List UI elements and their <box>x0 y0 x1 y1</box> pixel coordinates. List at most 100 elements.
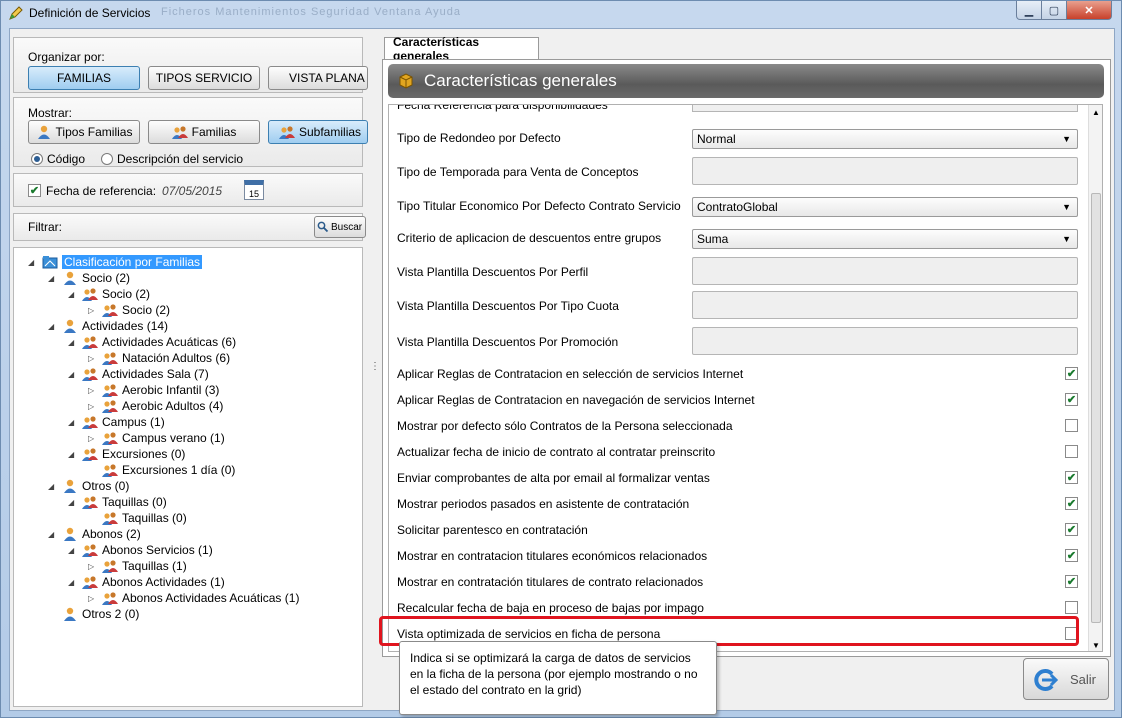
filter-group: Filtrar: Buscar <box>13 213 366 241</box>
reference-availability-field[interactable] <box>692 105 1078 112</box>
show-subfamilias-button[interactable]: Subfamilias <box>268 120 368 144</box>
chevron-down-icon[interactable]: ▼ <box>1062 202 1071 212</box>
property-checkbox[interactable]: ✔ <box>1065 393 1078 406</box>
radio-codigo[interactable]: Código <box>31 152 85 166</box>
expand-icon[interactable]: ◢ <box>68 498 78 507</box>
tree-node[interactable]: ▷ Campus verano (1) <box>88 430 225 446</box>
expand-icon[interactable]: ◢ <box>68 290 78 299</box>
expand-icon[interactable]: ▷ <box>88 402 98 411</box>
property-label: Vista Plantilla Descuentos Por Promoción <box>397 335 619 349</box>
property-dropdown[interactable]: Normal ▼ <box>692 129 1078 149</box>
property-text-field[interactable] <box>692 291 1078 319</box>
tree-node[interactable]: Otros 2 (0) <box>48 606 139 622</box>
property-scrollbar[interactable]: ▲ ▼ <box>1088 105 1102 651</box>
minimize-button[interactable]: ▁ <box>1016 1 1042 20</box>
expand-icon[interactable]: ◢ <box>28 258 38 267</box>
tree-node[interactable]: ▷ Socio (2) <box>88 302 170 318</box>
tree-node-label: Otros 2 (0) <box>82 607 140 621</box>
search-button[interactable]: Buscar <box>314 216 366 238</box>
tree-node[interactable]: ◢ Excursiones (0) <box>68 446 185 462</box>
expand-icon[interactable]: ◢ <box>68 578 78 587</box>
property-dropdown[interactable]: ContratoGlobal ▼ <box>692 197 1078 217</box>
splitter-handle[interactable]: ⋮ <box>370 361 380 372</box>
tree-node[interactable]: ◢ Actividades (14) <box>48 318 168 334</box>
scroll-up-icon[interactable]: ▲ <box>1092 108 1100 117</box>
property-text-field[interactable] <box>692 157 1078 185</box>
radio-descripcion-dot <box>101 153 113 165</box>
organize-tipos-servicio-button[interactable]: TIPOS SERVICIO <box>148 66 260 90</box>
tree-node[interactable]: ◢ Campus (1) <box>68 414 165 430</box>
tree-node[interactable]: ▷ Taquillas (1) <box>88 558 187 574</box>
tree-node[interactable]: Excursiones 1 día (0) <box>88 462 235 478</box>
property-checkbox[interactable] <box>1065 601 1078 614</box>
expand-icon[interactable]: ▷ <box>88 562 98 571</box>
close-button[interactable]: ✕ <box>1066 1 1112 20</box>
organize-familias-button[interactable]: FAMILIAS <box>28 66 140 90</box>
reference-date-input[interactable]: 07/05/2015 <box>162 184 222 198</box>
tree-node[interactable]: ◢ Socio (2) <box>68 286 150 302</box>
tree-node[interactable]: ◢ Abonos (2) <box>48 526 141 542</box>
expand-icon[interactable]: ◢ <box>68 418 78 427</box>
property-checkbox[interactable]: ✔ <box>1065 497 1078 510</box>
property-checkbox[interactable] <box>1065 445 1078 458</box>
show-subfamilias-label: Subfamilias <box>299 125 362 139</box>
tree-node[interactable]: ◢ Actividades Sala (7) <box>68 366 209 382</box>
property-checkbox[interactable] <box>1065 419 1078 432</box>
tree-node[interactable]: ▷ Aerobic Adultos (4) <box>88 398 223 414</box>
section-header: Características generales <box>388 64 1104 98</box>
property-checkbox[interactable]: ✔ <box>1065 471 1078 484</box>
expand-icon[interactable]: ◢ <box>48 530 58 539</box>
radio-descripcion[interactable]: Descripción del servicio <box>101 152 243 166</box>
expand-icon[interactable]: ◢ <box>68 370 78 379</box>
expand-icon[interactable]: ◢ <box>68 450 78 459</box>
show-familias-button[interactable]: Familias <box>148 120 260 144</box>
calendar-icon[interactable]: 15 <box>244 180 264 200</box>
scroll-down-icon[interactable]: ▼ <box>1092 641 1100 650</box>
expand-icon[interactable]: ◢ <box>68 338 78 347</box>
exit-button[interactable]: Salir <box>1023 658 1109 700</box>
tree-node[interactable]: ◢ Otros (0) <box>48 478 129 494</box>
tree-node[interactable]: ◢ Actividades Acuáticas (6) <box>68 334 236 350</box>
show-tipos-familias-button[interactable]: Tipos Familias <box>28 120 140 144</box>
property-label: Recalcular fecha de baja en proceso de b… <box>397 601 704 615</box>
expand-icon[interactable]: ▷ <box>88 434 98 443</box>
expand-icon[interactable]: ▷ <box>88 354 98 363</box>
tree-node[interactable]: ▷ Aerobic Infantil (3) <box>88 382 219 398</box>
property-checkbox[interactable]: ✔ <box>1065 549 1078 562</box>
property-checkbox[interactable]: ✔ <box>1065 523 1078 536</box>
property-checkbox[interactable]: ✔ <box>1065 367 1078 380</box>
property-text-field[interactable] <box>692 327 1078 355</box>
expand-icon[interactable]: ◢ <box>68 546 78 555</box>
group-icon <box>82 544 98 557</box>
expand-icon[interactable]: ◢ <box>48 482 58 491</box>
tree-node[interactable]: ◢ Abonos Servicios (1) <box>68 542 213 558</box>
tree-root[interactable]: ◢ Clasificación por Familias <box>28 254 203 270</box>
tab-caracteristicas-generales[interactable]: Características generales <box>384 35 539 63</box>
tree-node[interactable]: ▷ Abonos Actividades Acuáticas (1) <box>88 590 299 606</box>
property-dropdown[interactable]: Suma ▼ <box>692 229 1078 249</box>
chevron-down-icon[interactable]: ▼ <box>1062 234 1071 244</box>
tree-node[interactable]: ◢ Abonos Actividades (1) <box>68 574 225 590</box>
expand-icon[interactable]: ◢ <box>48 274 58 283</box>
property-checkbox[interactable]: ✔ <box>1065 575 1078 588</box>
reference-date-checkbox[interactable]: ✔ <box>28 184 41 197</box>
scrollbar-thumb[interactable] <box>1091 193 1101 623</box>
tree-node-label: Campus verano (1) <box>122 431 225 445</box>
expand-icon[interactable]: ▷ <box>88 306 98 315</box>
property-grid: Fecha Referencia para disponibilidades T… <box>388 104 1103 652</box>
expand-icon[interactable]: ▷ <box>88 594 98 603</box>
family-tree[interactable]: ◢ Clasificación por Familias ◢ Socio (2) ◢… <box>13 247 363 707</box>
maximize-button[interactable]: ▢ <box>1041 1 1067 20</box>
expand-icon[interactable]: ▷ <box>88 386 98 395</box>
organize-vista-plana-button[interactable]: VISTA PLANA <box>268 66 368 90</box>
tree-node[interactable]: Taquillas (0) <box>88 510 187 526</box>
group-icon <box>82 448 98 461</box>
tree-node[interactable]: ▷ Natación Adultos (6) <box>88 350 230 366</box>
tree-node[interactable]: ◢ Taquillas (0) <box>68 494 167 510</box>
expand-icon[interactable]: ◢ <box>48 322 58 331</box>
tree-node[interactable]: ◢ Socio (2) <box>48 270 130 286</box>
title-bar: Definición de Servicios Ficheros Manteni… <box>1 1 1121 25</box>
property-text-field[interactable] <box>692 257 1078 285</box>
chevron-down-icon[interactable]: ▼ <box>1062 134 1071 144</box>
tree-node-label: Socio (2) <box>122 303 171 317</box>
